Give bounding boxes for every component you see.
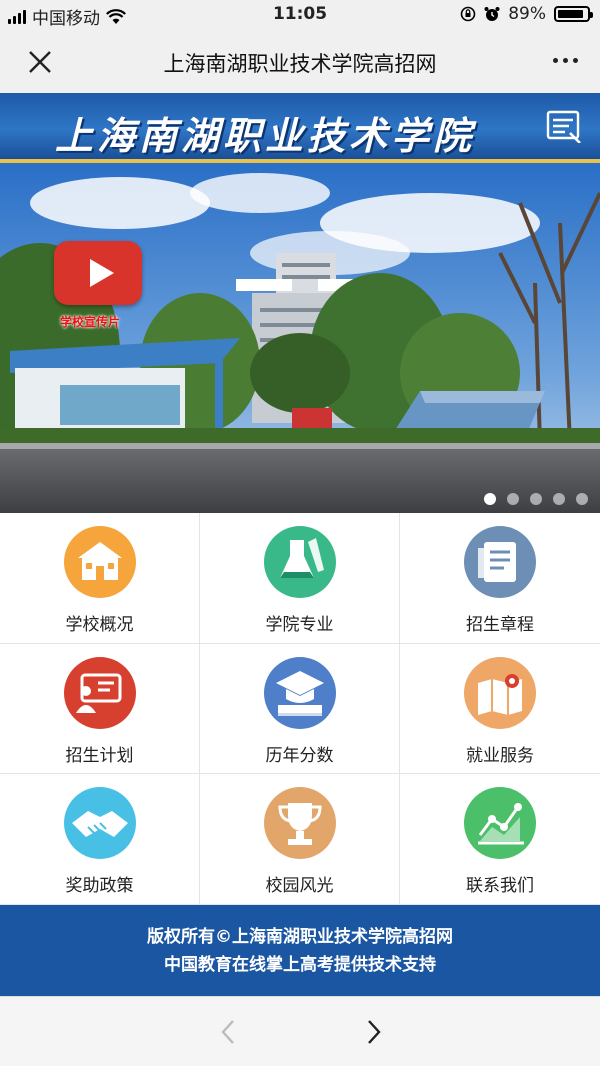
school-header: 上海南湖职业技术学院 [0,93,600,163]
menu-item-4[interactable]: 历年分数 [200,643,400,775]
menu-item-2[interactable]: 招生章程 [400,513,600,644]
menu-item-6[interactable]: 奖助政策 [0,774,200,905]
forward-arrow-icon[interactable] [360,1017,388,1047]
carousel-dot[interactable] [484,493,496,505]
chart-icon [464,787,536,860]
menu-item-5[interactable]: 就业服务 [400,644,600,775]
menu-item-label: 校园风光 [265,876,334,897]
browser-bottom-bar [0,996,600,1066]
school-name: 上海南湖职业技术学院 [54,113,475,158]
battery-icon [554,6,593,22]
menu-item-label: 招生计划 [65,745,134,766]
menu-item-1[interactable]: 学院专业 [200,513,400,644]
graduation-cap-icon [263,656,336,729]
handshake-icon [63,787,136,860]
menu-item-0[interactable]: 学校概况 [0,513,200,644]
menu-item-label: 就业服务 [466,745,534,766]
menu-item-label: 学院专业 [265,615,334,635]
carousel-dot[interactable] [576,493,588,505]
play-video-button[interactable] [54,241,142,305]
carousel[interactable]: 学校宣传片 [0,163,600,513]
menu-item-3[interactable]: 招生计划 [0,643,200,775]
carousel-dot[interactable] [553,493,565,505]
status-bar: 中国移动 11:05 89% [0,0,600,30]
carousel-dot[interactable] [530,493,542,505]
battery-percent: 89% [508,4,546,24]
menu-item-label: 历年分数 [265,745,334,766]
footer: 版权所有©上海南湖职业技术学院高招网 中国教育在线掌上高考提供技术支持 [0,905,600,996]
video-label: 学校宣传片 [60,315,121,329]
status-right: 89% [460,4,593,24]
document-icon [464,526,536,598]
campus-photo [0,163,600,513]
carousel-dot[interactable] [507,493,519,505]
alarm-icon [484,7,500,21]
flask-icon [263,526,336,598]
menu-item-7[interactable]: 校园风光 [200,774,400,905]
presentation-icon [63,656,136,729]
page-title: 上海南湖职业技术学院高招网 [163,52,437,76]
close-icon[interactable] [22,44,58,80]
support-text: 中国教育在线掌上高考提供技术支持 [164,955,436,975]
battery-fill [558,10,583,18]
nav-bar: 上海南湖职业技术学院高招网 [0,30,600,93]
map-icon [464,656,536,729]
rotation-lock-icon [460,6,476,22]
back-arrow-icon[interactable] [214,1017,242,1047]
carousel-indicator [484,493,588,505]
school-icon [63,526,136,598]
menu-grid: 学校概况 学院专业 招生章程招生计划 历年分数 就业服务奖助政策 校园风光 联系我们 [0,513,600,905]
trophy-icon [263,787,336,860]
menu-item-label: 联系我们 [466,876,534,897]
copyright-text: 版权所有©上海南湖职业技术学院高招网 [147,927,453,947]
menu-item-label: 奖助政策 [65,876,134,897]
menu-item-label: 招生章程 [466,615,534,635]
menu-item-8[interactable]: 联系我们 [400,774,600,905]
menu-icon[interactable] [546,109,582,143]
more-icon[interactable] [553,58,578,63]
menu-item-label: 学校概况 [65,615,134,635]
